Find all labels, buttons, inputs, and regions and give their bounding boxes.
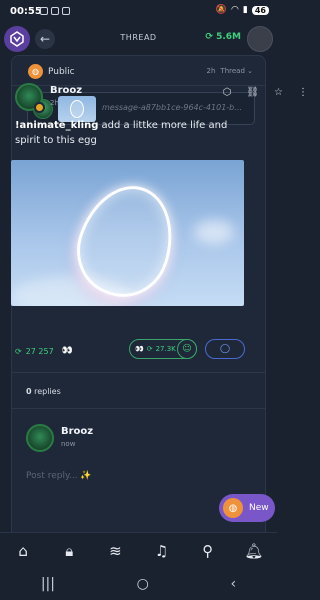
eyes-icon: 👀 xyxy=(61,346,73,356)
cube-icon[interactable]: ⬡ xyxy=(223,87,232,98)
new-post-button[interactable]: ◍ New xyxy=(219,494,275,522)
notification-icon xyxy=(51,7,59,15)
back-icon[interactable]: ‹ xyxy=(231,576,237,592)
thread-meta: 2h Thread ⌄ xyxy=(207,67,253,75)
more-icon[interactable]: ⋮ xyxy=(298,87,308,98)
wifi-icon: ◠ xyxy=(231,5,239,15)
star-icon[interactable]: ☆ xyxy=(274,87,283,98)
status-bar: 00:55 🔕 ◠ ▮ 46 xyxy=(0,0,277,24)
visibility-row: ◍ Public xyxy=(28,64,75,79)
replies-count: 0 replies xyxy=(26,387,61,396)
reaction-pill[interactable]: 👀 ⟳ 27.3K ☺ xyxy=(129,339,197,359)
composer-author: Brooz xyxy=(61,426,94,437)
eyes-icon: 👀 xyxy=(135,345,144,353)
post-command[interactable]: !animate_kling xyxy=(15,120,98,131)
post-time: 2h xyxy=(50,99,59,107)
notification-icon xyxy=(40,7,48,15)
home-icon[interactable]: ⌂ xyxy=(9,542,37,560)
author-name[interactable]: Brooz xyxy=(50,85,82,96)
home-circle-icon[interactable]: ○ xyxy=(137,576,149,592)
voice-icon[interactable]: ♫ xyxy=(148,542,176,560)
user-avatar[interactable] xyxy=(247,26,273,52)
waves-icon[interactable]: ≋ xyxy=(101,542,129,560)
battery-icon: 46 xyxy=(251,5,269,15)
globe-icon: ◍ xyxy=(28,64,43,79)
tip-stats[interactable]: ⟳ 27 257 👀 xyxy=(15,346,73,356)
balance-value: 5.6M xyxy=(216,32,241,42)
post-body: !animate_kling add a littke more life an… xyxy=(15,118,245,148)
bottom-tab-bar: ⌂ 🔒︎ ≋ ♫ ⚲ 🔔︎ xyxy=(0,532,277,568)
notification-icons xyxy=(40,7,70,15)
system-icons: 🔕 ◠ ▮ 46 xyxy=(216,5,269,15)
system-nav-bar: ||| ○ ‹ xyxy=(0,568,277,600)
add-reaction-button[interactable]: ☺ xyxy=(177,339,197,359)
coin-icon: ⟳ xyxy=(146,345,153,353)
post-actions: ⬡ ⛓ ☆ ⋮ xyxy=(223,87,308,98)
balance-display[interactable]: ⟳ 5.6M xyxy=(206,32,241,42)
verified-badge xyxy=(34,102,45,113)
composer-avatar xyxy=(26,424,54,452)
search-icon[interactable]: ⚲ xyxy=(194,542,222,560)
tip-count: 27 257 xyxy=(25,346,54,356)
quote-text: message-a87bb1ce-964c-4101-b… xyxy=(102,103,243,112)
globe-icon: ◍ xyxy=(223,498,243,518)
reaction-count: 27.3K xyxy=(155,345,176,353)
divider xyxy=(11,372,266,373)
thread-type-dropdown[interactable]: Thread ⌄ xyxy=(220,67,253,75)
coin-icon: ⟳ xyxy=(205,32,214,42)
reply-button[interactable]: ◯ xyxy=(205,339,245,359)
status-time: 00:55 xyxy=(10,6,42,17)
comment-icon: ◯ xyxy=(219,344,231,354)
new-label: New xyxy=(249,503,269,513)
author-avatar[interactable] xyxy=(15,83,45,113)
divider xyxy=(11,408,266,409)
app-header: ← THREAD ⟳ 5.6M xyxy=(0,24,277,54)
notification-icon xyxy=(62,7,70,15)
composer-time: now xyxy=(61,440,76,448)
thread-age: 2h xyxy=(206,67,216,75)
reply-input[interactable]: Post reply... ✨ xyxy=(26,471,92,481)
signal-icon: ▮ xyxy=(242,5,248,15)
link-icon[interactable]: ⛓ xyxy=(246,87,259,98)
mute-icon: 🔕 xyxy=(215,5,228,15)
recents-icon[interactable]: ||| xyxy=(41,576,55,592)
post-image[interactable] xyxy=(11,160,244,306)
visibility-label: Public xyxy=(48,66,75,77)
bell-icon[interactable]: 🔔︎ xyxy=(240,542,268,560)
coin-icon: ⟳ xyxy=(15,346,22,356)
lock-icon[interactable]: 🔒︎ xyxy=(55,542,83,560)
